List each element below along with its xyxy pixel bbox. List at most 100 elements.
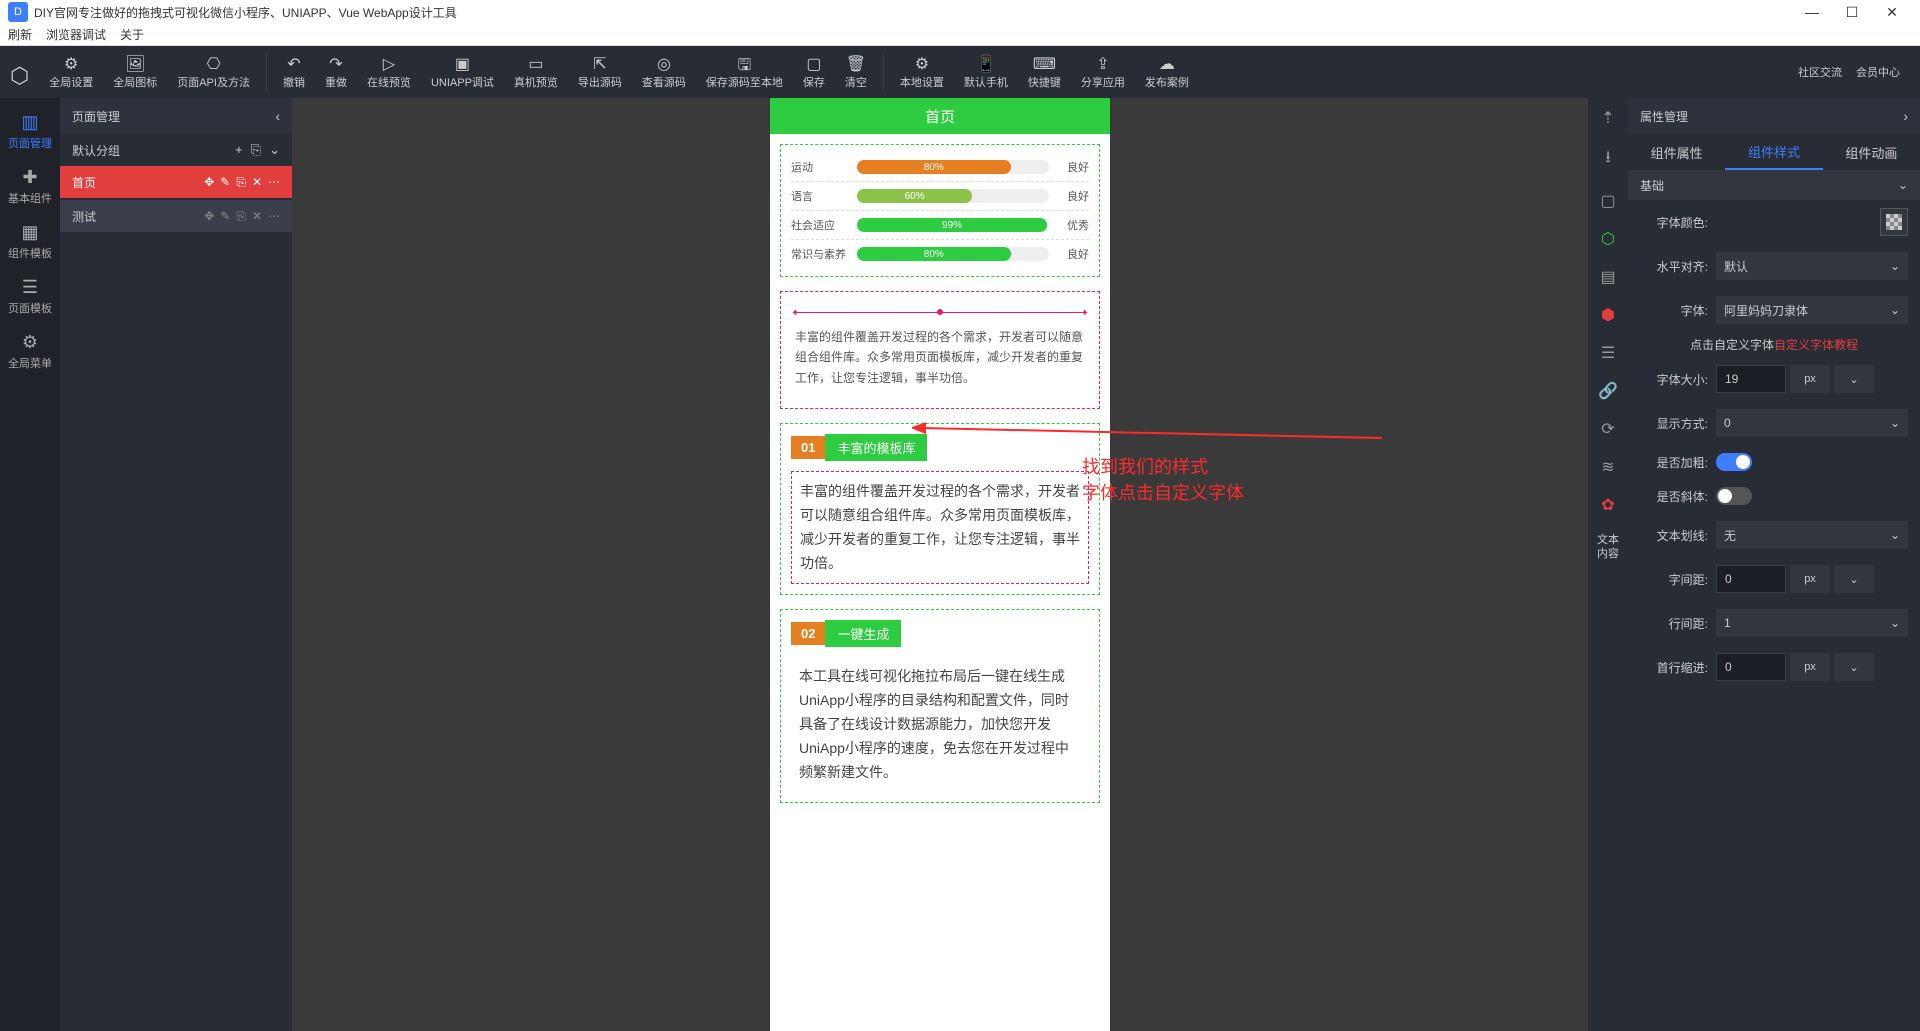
edit-icon[interactable]: ✎: [220, 175, 230, 190]
move-icon[interactable]: ✥: [204, 175, 214, 190]
custom-font-tutorial-link[interactable]: 自定义字体教程: [1774, 338, 1858, 352]
decoration-select[interactable]: 无: [1716, 521, 1908, 549]
local-settings-button[interactable]: ⚙本地设置: [890, 54, 954, 90]
section-badge: 01丰富的模板库: [791, 434, 927, 461]
rail-layers-icon[interactable]: ≋: [1601, 457, 1614, 477]
rail-component-template[interactable]: ▦组件模板: [0, 214, 60, 269]
menu-refresh[interactable]: 刷新: [8, 26, 32, 43]
text-indent-unit[interactable]: px: [1790, 653, 1830, 681]
bold-toggle[interactable]: [1716, 453, 1752, 471]
app-logo-button[interactable]: ⬡: [10, 63, 39, 81]
menu-about[interactable]: 关于: [120, 26, 144, 43]
line-height-select[interactable]: 1: [1716, 609, 1908, 637]
uniapp-debug-button[interactable]: ▣UNIAPP调试: [421, 54, 504, 90]
add-page-icon[interactable]: +: [235, 142, 243, 158]
redo-button[interactable]: ↷重做: [315, 54, 357, 90]
rail-crop-icon[interactable]: ⟳: [1601, 419, 1614, 439]
progress-row[interactable]: 语言 60% 良好: [791, 182, 1089, 211]
font-size-unit[interactable]: px: [1790, 365, 1830, 393]
menu-browser-debug[interactable]: 浏览器调试: [46, 26, 106, 43]
rail-download-icon[interactable]: ⭳: [1605, 146, 1611, 173]
undo-button[interactable]: ↶撤销: [273, 54, 315, 90]
font-select[interactable]: 阿里妈妈刀隶体: [1716, 296, 1908, 324]
progress-card[interactable]: 运动 80% 良好 语言 60% 良好 社会适应 99% 优秀 常识与素养 80…: [780, 144, 1100, 277]
more-icon[interactable]: ⋯: [268, 175, 280, 190]
export-src-button[interactable]: ⇱导出源码: [568, 54, 632, 90]
progress-row[interactable]: 常识与素养 80% 良好: [791, 240, 1089, 268]
custom-font-link[interactable]: 点击自定义字体: [1690, 338, 1774, 352]
clear-button[interactable]: 🗑清空: [835, 54, 877, 90]
view-src-button[interactable]: ◎查看源码: [632, 54, 696, 90]
text-indent-input[interactable]: [1716, 653, 1786, 681]
hotkey-button[interactable]: ⌨快捷键: [1018, 54, 1071, 90]
rail-star-icon[interactable]: ✿: [1601, 495, 1614, 515]
font-color-picker[interactable]: [1880, 208, 1908, 236]
chevron-down-icon[interactable]: ⌄: [1834, 653, 1874, 681]
letter-spacing-input[interactable]: [1716, 565, 1786, 593]
save-local-button[interactable]: 🖫保存源码至本地: [696, 54, 793, 90]
rail-component-icon[interactable]: ⬢: [1601, 305, 1615, 325]
real-preview-button[interactable]: ▭真机预览: [504, 54, 568, 90]
font-size-input[interactable]: [1716, 365, 1786, 393]
rail-basic-components[interactable]: ✚基本组件: [0, 159, 60, 214]
section-block[interactable]: 01丰富的模板库 丰富的组件覆盖开发过程的各个需求，开发者可以随意组合组件库。众…: [780, 423, 1100, 595]
delete-icon[interactable]: ✕: [252, 175, 262, 190]
rail-page-template[interactable]: ☰页面模板: [0, 269, 60, 324]
page-group-header[interactable]: 默认分组 +⎘⌄: [60, 134, 292, 166]
chevron-down-icon[interactable]: ⌄: [1834, 365, 1874, 393]
rail-list-icon[interactable]: ▤: [1600, 267, 1615, 287]
default-phone-button[interactable]: 📱默认手机: [954, 54, 1018, 90]
rail-square-icon[interactable]: ▢: [1600, 191, 1615, 211]
save-button[interactable]: ▢保存: [793, 54, 835, 90]
chevron-down-icon[interactable]: ⌄: [1834, 565, 1874, 593]
design-canvas[interactable]: 首页 运动 80% 良好 语言 60% 良好 社会适应 99% 优秀 常识与素养…: [292, 98, 1588, 1031]
rail-text-content-label[interactable]: 文本 内容: [1597, 533, 1619, 562]
collapse-panel-icon[interactable]: ‹: [275, 108, 280, 124]
global-settings-button[interactable]: ⚙全局设置: [39, 54, 103, 90]
rail-global-menu[interactable]: ⚙全局菜单: [0, 324, 60, 379]
progress-row[interactable]: 社会适应 99% 优秀: [791, 211, 1089, 240]
move-icon[interactable]: ✥: [204, 209, 214, 224]
property-rail: ⇡ ⭳ ▢ ⬡ ▤ ⬢ ☰ 🔗 ⟳ ≋ ✿ 文本 内容: [1588, 98, 1628, 1031]
share-app-button[interactable]: ⇪分享应用: [1071, 54, 1135, 90]
minimize-button[interactable]: —: [1792, 4, 1832, 20]
label-text-indent: 首行缩进:: [1640, 659, 1708, 676]
import-icon[interactable]: ⎘: [251, 142, 261, 158]
rail-link-icon[interactable]: 🔗: [1598, 381, 1618, 401]
more-icon[interactable]: ⋯: [268, 209, 280, 224]
page-api-button[interactable]: ⎔页面API及方法: [167, 54, 260, 90]
chevron-down-icon[interactable]: ⌄: [269, 142, 280, 158]
section-block[interactable]: 02一键生成 本工具在线可视化拖拉布局后一键在线生成UniApp小程序的目录结构…: [780, 609, 1100, 803]
rail-form-icon[interactable]: ☰: [1601, 343, 1615, 363]
global-icons-button[interactable]: 🖼全局图标: [103, 54, 167, 90]
tab-component-attr[interactable]: 组件属性: [1628, 134, 1725, 170]
page-item-home[interactable]: 首页 ✥✎⎘✕⋯: [60, 166, 292, 198]
online-preview-button[interactable]: ▷在线预览: [357, 54, 421, 90]
letter-spacing-unit[interactable]: px: [1790, 565, 1830, 593]
rail-puzzle-icon[interactable]: ⬡: [1601, 229, 1615, 249]
section-text: 丰富的组件覆盖开发过程的各个需求，开发者可以随意组合组件库。众多常用页面模板库，…: [791, 471, 1089, 584]
edit-icon[interactable]: ✎: [220, 209, 230, 224]
maximize-button[interactable]: ☐: [1832, 4, 1872, 21]
progress-status: 优秀: [1057, 217, 1089, 233]
rail-align-top-icon[interactable]: ⇡: [1601, 108, 1614, 128]
delete-icon[interactable]: ✕: [252, 209, 262, 224]
progress-row[interactable]: 运动 80% 良好: [791, 153, 1089, 182]
quote-block[interactable]: 丰富的组件覆盖开发过程的各个需求，开发者可以随意组合组件库。众多常用页面模板库，…: [780, 291, 1100, 409]
halign-select[interactable]: 默认: [1716, 252, 1908, 280]
community-link[interactable]: 社区交流: [1798, 64, 1842, 80]
tab-component-anim[interactable]: 组件动画: [1823, 134, 1920, 170]
copy-icon[interactable]: ⎘: [236, 175, 246, 190]
page-item-test[interactable]: 测试 ✥✎⎘✕⋯: [60, 200, 292, 232]
close-button[interactable]: ✕: [1872, 4, 1912, 21]
tab-component-style[interactable]: 组件样式: [1725, 134, 1822, 170]
expand-panel-icon[interactable]: ›: [1903, 108, 1908, 124]
rail-page-manage[interactable]: ▥页面管理: [0, 104, 60, 159]
copy-icon[interactable]: ⎘: [236, 209, 246, 224]
italic-toggle[interactable]: [1716, 487, 1752, 505]
publish-case-button[interactable]: ☁发布案例: [1135, 54, 1199, 90]
section-basic[interactable]: 基础⌄: [1628, 170, 1920, 200]
display-select[interactable]: 0: [1716, 409, 1908, 437]
member-center-link[interactable]: 会员中心: [1856, 64, 1900, 80]
section-badge: 02一键生成: [791, 620, 901, 647]
